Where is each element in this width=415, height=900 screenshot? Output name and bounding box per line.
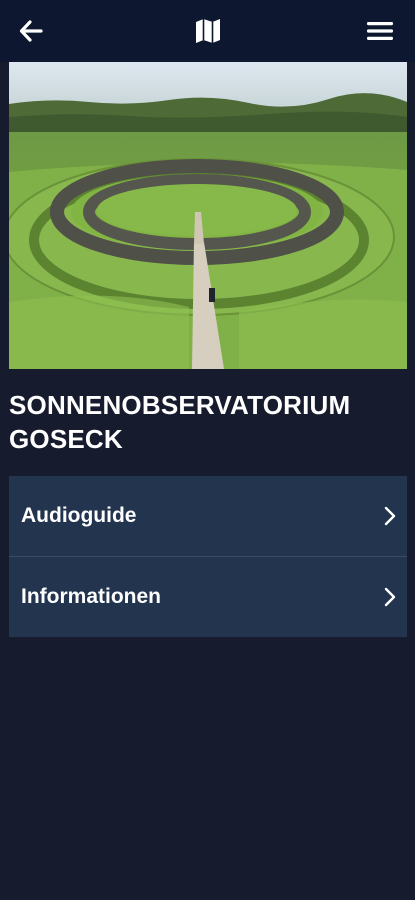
page-title: SONNENOBSERVATORIUM GOSECK xyxy=(9,390,351,454)
app-screen: SONNENOBSERVATORIUM GOSECK Audioguide In… xyxy=(0,0,415,900)
menu-list: Audioguide Informationen xyxy=(9,476,407,637)
hero-image xyxy=(9,62,407,369)
map-button[interactable] xyxy=(190,13,226,49)
hamburger-menu-button[interactable] xyxy=(362,13,398,49)
menu-item-label: Audioguide xyxy=(21,504,137,527)
back-button[interactable] xyxy=(13,13,49,49)
arrow-left-icon xyxy=(19,20,43,42)
top-app-bar xyxy=(0,0,415,62)
menu-item-informationen[interactable]: Informationen xyxy=(9,556,407,637)
hamburger-menu-icon xyxy=(367,22,393,40)
menu-item-label: Informationen xyxy=(21,585,161,608)
map-icon xyxy=(196,19,220,43)
chevron-right-icon xyxy=(384,506,396,526)
chevron-right-icon xyxy=(384,587,396,607)
menu-item-audioguide[interactable]: Audioguide xyxy=(9,476,407,556)
aerial-observatory-image xyxy=(9,62,407,369)
